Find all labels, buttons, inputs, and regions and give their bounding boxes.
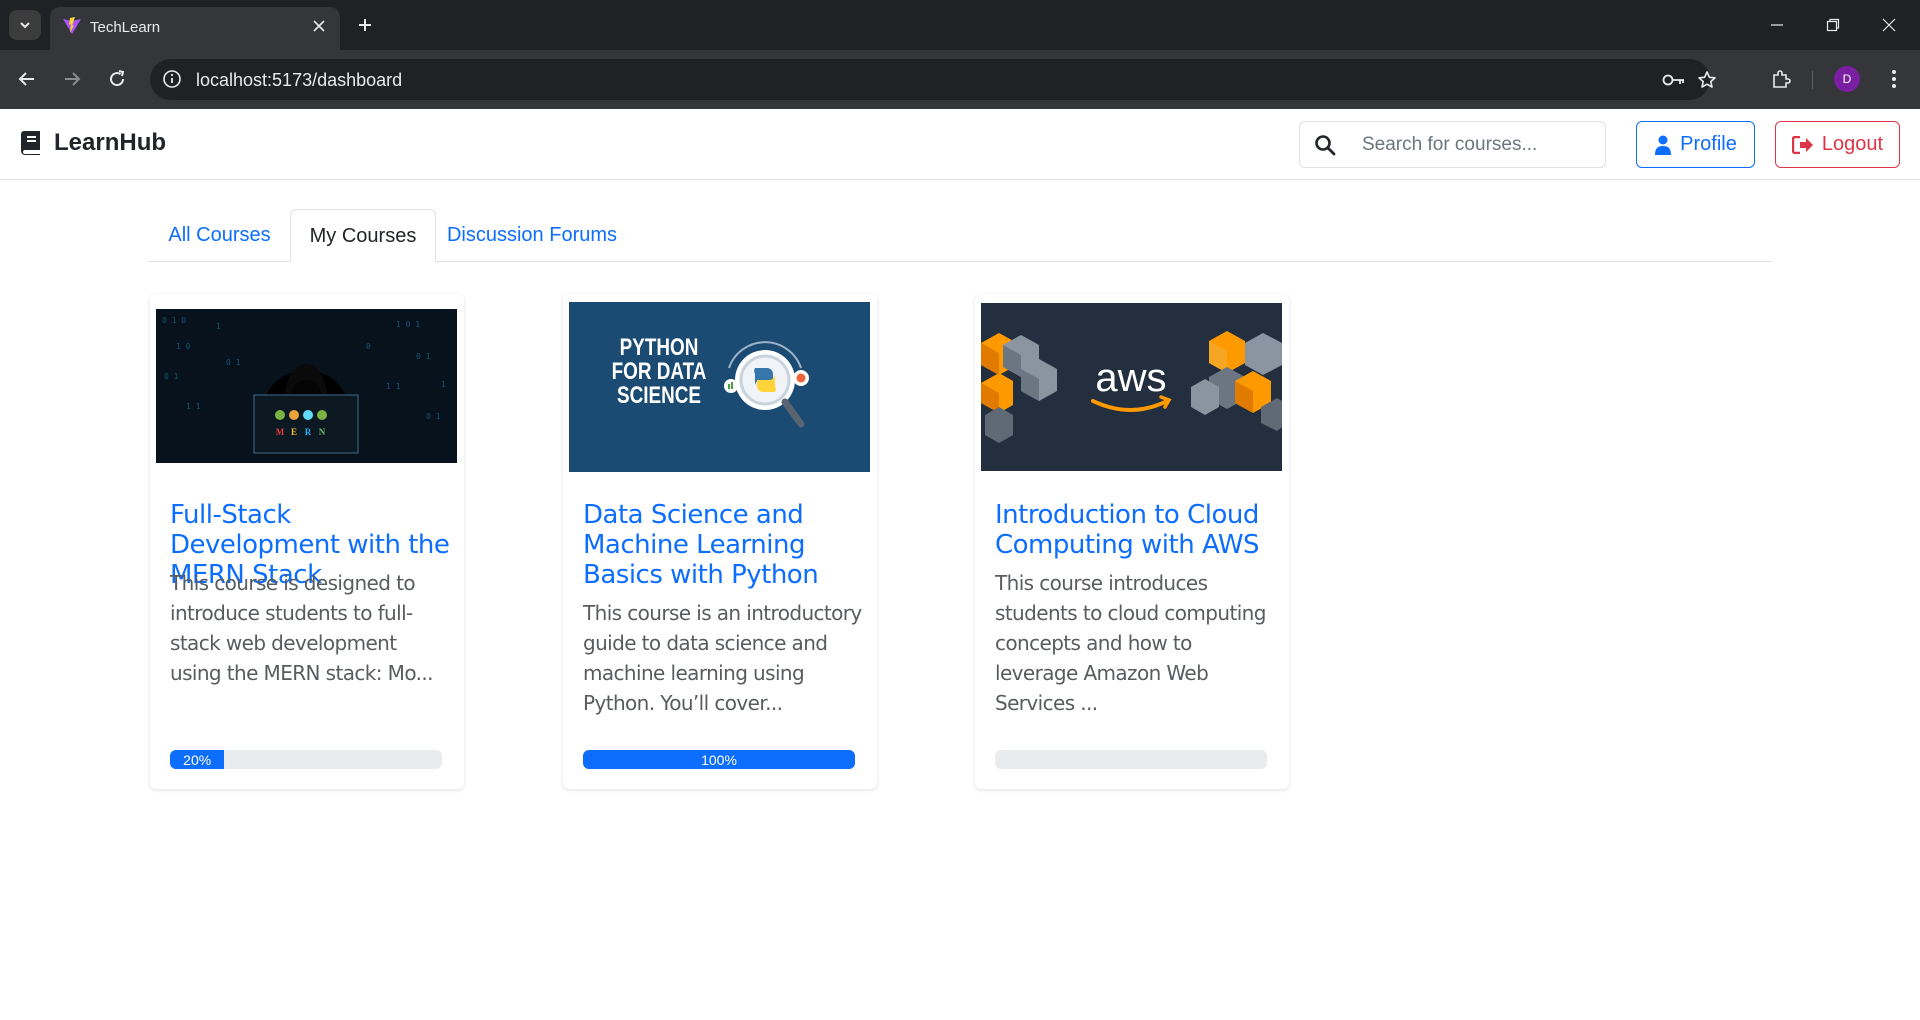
- search-input[interactable]: [1350, 123, 1600, 166]
- svg-text:N: N: [319, 427, 326, 437]
- puzzle-icon: [1773, 70, 1791, 88]
- restore-button[interactable]: [1818, 10, 1848, 40]
- new-tab-button[interactable]: [352, 12, 378, 38]
- course-title[interactable]: Introduction to Cloud Computing with AWS: [995, 500, 1275, 560]
- svg-text:1 0: 1 0: [176, 342, 191, 351]
- browser-tabstrip: TechLearn: [0, 0, 1920, 50]
- password-key-icon[interactable]: [1662, 68, 1686, 92]
- tab-search-button[interactable]: [9, 10, 41, 40]
- aws-logo-text: aws: [1095, 356, 1166, 400]
- reload-icon: [110, 70, 125, 87]
- brand-name: LearnHub: [54, 129, 167, 156]
- kebab-menu-icon: [1892, 70, 1896, 88]
- tab-title: TechLearn: [90, 19, 161, 36]
- minimize-icon: [1771, 24, 1783, 26]
- course-card[interactable]: PYTHON FOR DATA SCIENCE Data Science and…: [563, 294, 877, 789]
- browser-menu-button[interactable]: [1879, 64, 1909, 94]
- course-tabs: All Courses My Courses Discussion Forums: [148, 209, 1772, 263]
- svg-text:0 1: 0 1: [226, 358, 241, 367]
- course-title[interactable]: Data Science and Machine Learning Basics…: [583, 500, 863, 590]
- minimize-button[interactable]: [1762, 10, 1792, 40]
- address-bar[interactable]: localhost:5173/dashboard: [150, 59, 1716, 100]
- svg-text:1 1: 1 1: [386, 382, 401, 391]
- restore-icon: [1826, 18, 1840, 32]
- svg-text:0: 0: [366, 342, 371, 351]
- svg-text:0 1 0: 0 1 0: [162, 316, 186, 325]
- tab-all-courses[interactable]: All Courses: [148, 209, 291, 262]
- svg-text:M: M: [276, 427, 285, 437]
- user-icon: [1655, 135, 1672, 155]
- tab-close-icon[interactable]: [308, 15, 330, 37]
- brand[interactable]: LearnHub: [20, 129, 166, 157]
- course-description: This course is designed to introduce stu…: [170, 571, 433, 685]
- tab-discussion-forums[interactable]: Discussion Forums: [437, 209, 627, 262]
- course-progress: 100%: [583, 750, 855, 769]
- python-course-image[interactable]: PYTHON FOR DATA SCIENCE: [569, 302, 870, 472]
- svg-text:1: 1: [441, 380, 446, 389]
- svg-text:1: 1: [216, 322, 221, 331]
- course-card[interactable]: aws Introduction to Cloud Computing with…: [975, 294, 1289, 789]
- logout-button-label: Logout: [1821, 133, 1884, 155]
- course-progress: [995, 750, 1267, 769]
- svg-text:E: E: [291, 427, 297, 437]
- info-icon[interactable]: [162, 69, 182, 89]
- svg-text:0 1: 0 1: [164, 372, 179, 381]
- svg-text:1 1: 1 1: [186, 402, 201, 411]
- chevron-down-icon: [20, 22, 30, 29]
- sign-out-icon: [1791, 135, 1813, 154]
- svg-text:0 1: 0 1: [426, 412, 441, 421]
- vite-favicon-icon: [63, 17, 81, 34]
- profile-button[interactable]: Profile: [1636, 121, 1755, 168]
- book-icon: [21, 131, 40, 155]
- python-image-line-3: SCIENCE: [617, 381, 701, 409]
- url-text[interactable]: localhost:5173/dashboard: [196, 70, 402, 91]
- browser-tab[interactable]: TechLearn: [50, 7, 340, 50]
- search-group: [1299, 121, 1606, 168]
- progress-bar-fill: 100%: [583, 750, 855, 769]
- tab-my-courses[interactable]: My Courses: [290, 209, 436, 263]
- bookmark-star-icon[interactable]: [1695, 68, 1719, 92]
- search-icon: [1315, 135, 1336, 156]
- back-button[interactable]: [12, 64, 42, 94]
- browser-toolbar: localhost:5173/dashboard D: [0, 50, 1920, 109]
- profile-button-label: Profile: [1680, 133, 1737, 155]
- extensions-button[interactable]: [1766, 64, 1796, 94]
- plus-icon: [359, 19, 371, 31]
- svg-text:R: R: [305, 427, 312, 437]
- logout-button[interactable]: Logout: [1775, 121, 1900, 168]
- reload-button[interactable]: [102, 64, 132, 94]
- course-description: This course is an introductory guide to …: [583, 601, 862, 715]
- course-progress: 20%: [170, 750, 442, 769]
- arrow-left-icon: [18, 72, 34, 86]
- course-card[interactable]: 0 1 0 1 0 0 1 1 1 1 0 1 1 0 1 0 1 1 1 0 1 0 1 MER…: [150, 294, 464, 789]
- aws-course-image[interactable]: aws: [981, 303, 1282, 471]
- toolbar-divider: [1812, 71, 1813, 89]
- mern-course-image[interactable]: 0 1 0 1 0 0 1 1 1 1 0 1 1 0 1 0 1 1 1 0 1 0 1 MER…: [156, 309, 457, 463]
- arrow-right-icon: [65, 72, 81, 86]
- svg-text:0 1: 0 1: [416, 352, 431, 361]
- progress-bar-fill: 20%: [170, 750, 225, 769]
- profile-avatar[interactable]: D: [1834, 66, 1860, 92]
- forward-button[interactable]: [57, 64, 87, 94]
- close-icon: [1882, 18, 1896, 32]
- close-window-button[interactable]: [1874, 10, 1904, 40]
- svg-text:1 0 1: 1 0 1: [396, 320, 420, 329]
- course-description: This course introduces students to cloud…: [995, 571, 1266, 715]
- app-navbar: LearnHub Profile Logout: [0, 109, 1920, 180]
